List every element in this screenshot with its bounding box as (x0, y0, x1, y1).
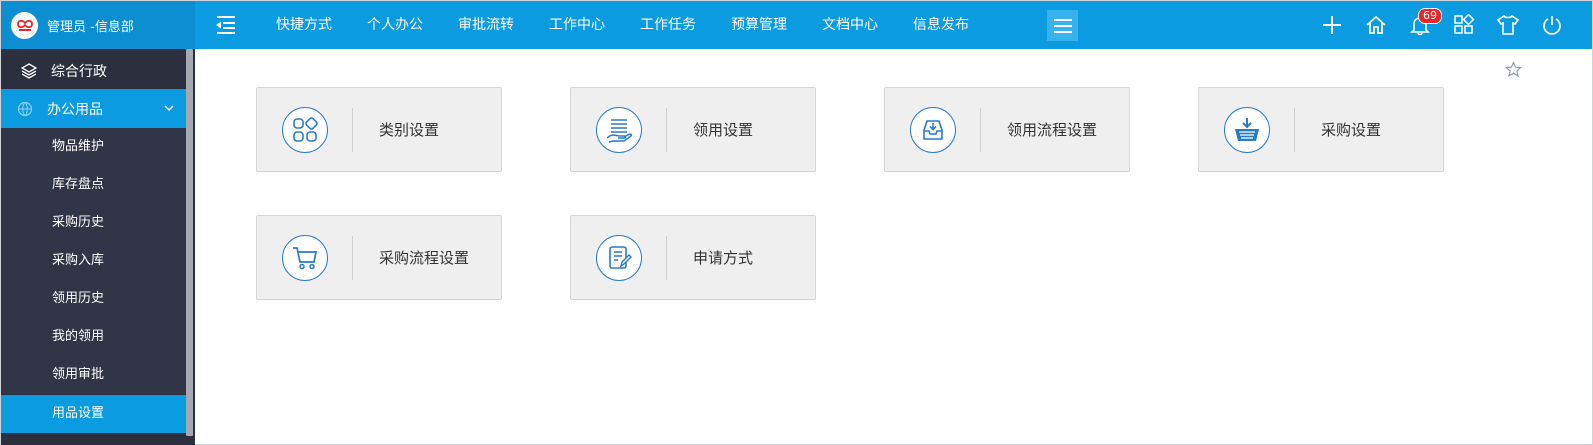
sidebar-item-purchase-history[interactable]: 采购历史 (1, 204, 186, 242)
sidebar-item-inventory-count[interactable]: 库存盘点 (1, 166, 186, 204)
sidebar: 综合行政 办公用品 物品维护 库存盘点 采购历史 采购入库 领用历史 我的领用 … (1, 49, 195, 445)
app-window: 管理员 -信息部 快捷方式 个人办公 审批流转 工作中心 工作任务 预算管理 文… (0, 0, 1593, 445)
card-label: 领用设置 (693, 121, 754, 139)
inbox-download-icon (910, 106, 956, 153)
sidebar-scrollbar[interactable] (186, 49, 193, 436)
card-divider (666, 107, 667, 152)
sidebar-group-admin[interactable]: 综合行政 (1, 51, 186, 90)
sidebar-item-purchase-inbound[interactable]: 采购入库 (1, 242, 186, 280)
card-purchase-workflow-settings[interactable]: 采购流程设置 (256, 215, 502, 300)
card-divider (980, 107, 981, 152)
globe-icon (17, 101, 33, 116)
company-logo (11, 11, 38, 39)
nav-approval-flow[interactable]: 审批流转 (441, 1, 532, 49)
user-department-label: 管理员 -信息部 (47, 19, 134, 35)
add-icon[interactable] (1310, 1, 1354, 49)
sidebar-toggle-icon[interactable] (213, 14, 239, 36)
top-right-toolbar: 69 (1310, 1, 1574, 49)
card-divider (1294, 107, 1295, 152)
card-purchase-settings[interactable]: 采购设置 (1198, 87, 1444, 172)
card-label: 申请方式 (693, 249, 754, 267)
layers-icon (21, 62, 37, 79)
sidebar-group-office-supplies-label: 办公用品 (47, 101, 103, 118)
nav-documents[interactable]: 文档中心 (805, 1, 896, 49)
category-grid-icon (282, 106, 328, 153)
shopping-cart-icon (282, 234, 328, 281)
notification-bell-icon[interactable]: 69 (1398, 1, 1442, 49)
brand-area: 管理员 -信息部 (1, 1, 195, 49)
nav-info-publish[interactable]: 信息发布 (896, 1, 987, 49)
main-nav: 快捷方式 个人办公 审批流转 工作中心 工作任务 预算管理 文档中心 信息发布 (259, 1, 987, 49)
card-requisition-settings[interactable]: 领用设置 (570, 87, 816, 172)
sidebar-item-my-requisitions[interactable]: 我的领用 (1, 318, 186, 356)
nav-budget[interactable]: 预算管理 (714, 1, 805, 49)
favorite-star-icon[interactable] (1505, 61, 1522, 82)
power-icon[interactable] (1530, 1, 1574, 49)
home-icon[interactable] (1354, 1, 1398, 49)
chevron-down-icon (164, 105, 174, 112)
sidebar-group-admin-label: 综合行政 (51, 63, 107, 80)
sidebar-item-requisition-approval[interactable]: 领用审批 (1, 356, 186, 394)
top-bar: 管理员 -信息部 快捷方式 个人办公 审批流转 工作中心 工作任务 预算管理 文… (1, 1, 1592, 49)
sidebar-item-requisition-history[interactable]: 领用历史 (1, 280, 186, 318)
nav-shortcuts[interactable]: 快捷方式 (259, 1, 350, 49)
apps-grid-icon[interactable] (1442, 1, 1486, 49)
nav-work-center[interactable]: 工作中心 (532, 1, 623, 49)
document-edit-icon (596, 234, 642, 281)
hand-list-icon (596, 106, 642, 153)
card-label: 采购流程设置 (379, 249, 470, 267)
card-label: 类别设置 (379, 121, 440, 139)
sidebar-item-item-maintenance[interactable]: 物品维护 (1, 128, 186, 166)
nav-personal-office[interactable]: 个人办公 (350, 1, 441, 49)
sidebar-group-office-supplies[interactable]: 办公用品 (1, 89, 186, 128)
card-category-settings[interactable]: 类别设置 (256, 87, 502, 172)
card-requisition-workflow-settings[interactable]: 领用流程设置 (884, 87, 1130, 172)
card-label: 领用流程设置 (1007, 121, 1098, 139)
theme-shirt-icon[interactable] (1486, 1, 1530, 49)
card-divider (666, 235, 667, 280)
sidebar-item-supplies-settings[interactable]: 用品设置 (1, 395, 186, 433)
notification-badge: 69 (1418, 8, 1442, 24)
card-label: 采购设置 (1321, 121, 1382, 139)
basket-download-icon (1224, 106, 1270, 153)
nav-more-menu-icon[interactable] (1047, 10, 1078, 41)
card-divider (352, 107, 353, 152)
nav-work-tasks[interactable]: 工作任务 (623, 1, 714, 49)
card-application-method[interactable]: 申请方式 (570, 215, 816, 300)
card-divider (352, 235, 353, 280)
